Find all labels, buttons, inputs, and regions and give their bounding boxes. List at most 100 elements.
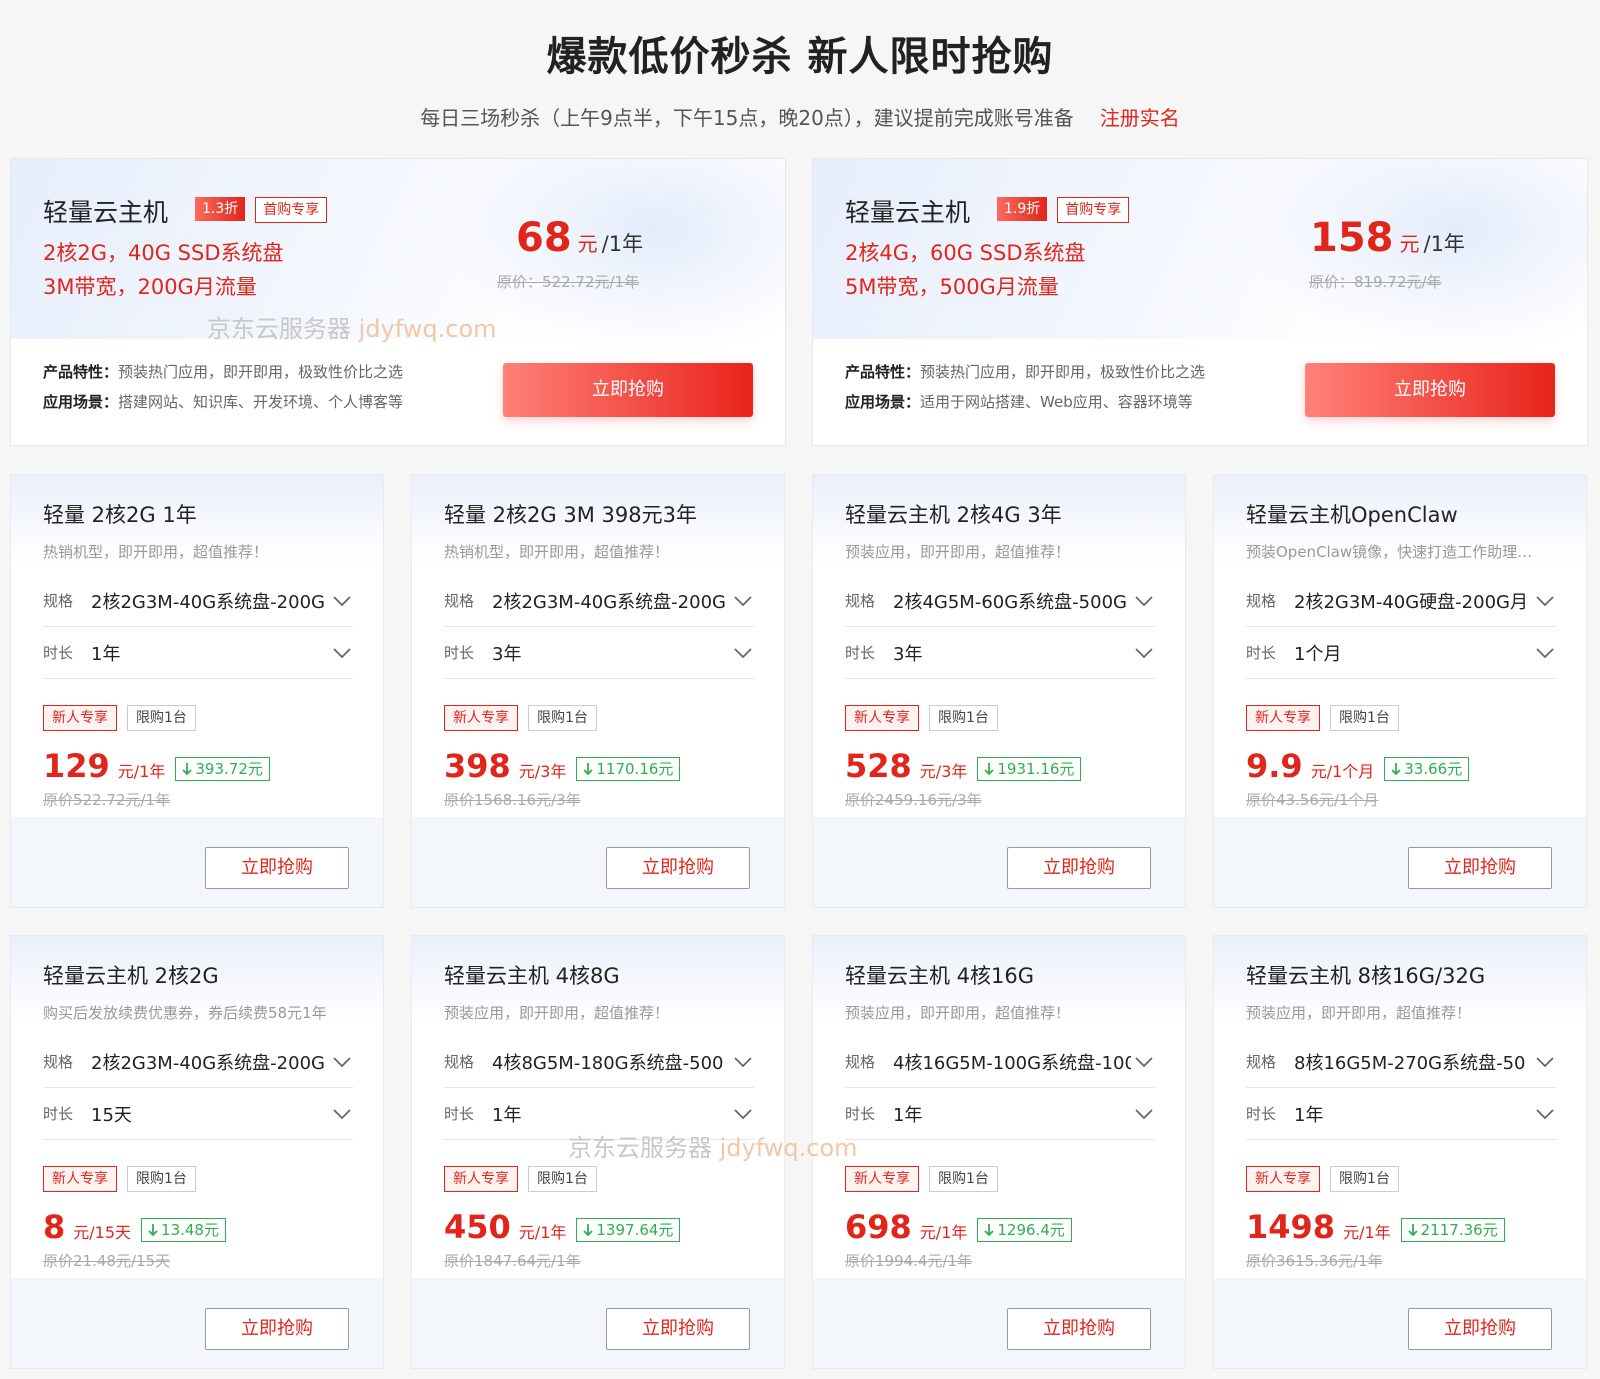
savings-amount: 1931.16元: [997, 760, 1075, 778]
duration-select[interactable]: 时长 3年: [845, 627, 1155, 679]
featured-price-period: /1年: [601, 232, 644, 256]
duration-select[interactable]: 时长 3年: [444, 627, 754, 679]
price-period: 元/1年: [1343, 1223, 1391, 1242]
buy-now-button[interactable]: 立即抢购: [205, 847, 349, 889]
spec-label: 规格: [444, 1053, 475, 1071]
featured-features: 产品特性：预装热门应用，即开即用，极致性价比之选: [43, 361, 403, 382]
featured-price-unit: 元: [577, 232, 598, 256]
spec-select[interactable]: 规格 2核4G5M-60G系统盘-500G: [845, 575, 1155, 627]
spec-select[interactable]: 规格 4核8G5M-180G系统盘-500: [444, 1036, 754, 1088]
product-desc: 预装应用，即开即用，超值推荐！: [845, 543, 1071, 561]
buy-now-button[interactable]: 立即抢购: [1007, 1308, 1151, 1350]
first-purchase-badge: 首购专享: [1057, 197, 1130, 223]
duration-label: 时长: [444, 1105, 475, 1123]
new-user-tag: 新人专享: [43, 705, 117, 731]
buy-now-button[interactable]: 立即抢购: [1408, 847, 1552, 889]
spec-select[interactable]: 规格 8核16G5M-270G系统盘-50: [1246, 1036, 1556, 1088]
duration-select[interactable]: 时长 1年: [43, 627, 353, 679]
chevron-down-icon: [734, 1108, 752, 1119]
savings-amount: 393.72元: [195, 760, 263, 778]
savings-badge: 1296.4元: [977, 1218, 1072, 1242]
product-title: 轻量云主机OpenClaw: [1246, 503, 1458, 527]
duration-label: 时长: [845, 644, 876, 662]
arrow-down-icon: [583, 1224, 594, 1237]
chevron-down-icon: [1135, 1056, 1153, 1067]
original-price: 原价3615.36元/1年: [1246, 1252, 1383, 1270]
spec-value: 2核4G5M-60G系统盘-500G: [893, 591, 1127, 613]
spec-value: 2核2G3M-40G系统盘-200G: [91, 1052, 325, 1074]
features-text: 预装热门应用，即开即用，极致性价比之选: [920, 363, 1206, 381]
duration-value: 1年: [492, 1104, 522, 1126]
product-desc: 预装应用，即开即用，超值推荐！: [1246, 1004, 1472, 1022]
spec-label: 规格: [1246, 592, 1277, 610]
chevron-down-icon: [333, 595, 351, 606]
product-title: 轻量云主机 2核2G: [43, 964, 219, 988]
featured-scenes: 应用场景：适用于网站搭建、Web应用、容器环境等: [845, 391, 1193, 412]
duration-value: 15天: [91, 1104, 132, 1126]
purchase-limit-tag: 限购1台: [528, 1166, 597, 1192]
buy-now-button[interactable]: 立即抢购: [1007, 847, 1151, 889]
spec-label: 规格: [444, 592, 475, 610]
arrow-down-icon: [1391, 763, 1401, 776]
buy-now-button[interactable]: 立即抢购: [606, 847, 750, 889]
buy-now-button[interactable]: 立即抢购: [1305, 363, 1555, 417]
spec-select[interactable]: 规格 2核2G3M-40G硬盘-200G月: [1246, 575, 1556, 627]
savings-amount: 33.66元: [1404, 760, 1463, 778]
product-desc: 预装应用，即开即用，超值推荐！: [444, 1004, 670, 1022]
spec-select[interactable]: 规格 2核2G3M-40G系统盘-200G: [43, 575, 353, 627]
featured-price-period: /1年: [1423, 232, 1465, 256]
chevron-down-icon: [1135, 595, 1153, 606]
discount-badge: 1.9折: [997, 197, 1048, 221]
original-price: 原价1994.4元/1年: [845, 1252, 973, 1270]
features-text: 预装热门应用，即开即用，极致性价比之选: [118, 363, 404, 381]
product-card: 轻量云主机 8核16G/32G 预装应用，即开即用，超值推荐！ 规格 8核16G…: [1213, 935, 1587, 1369]
purchase-limit-tag: 限购1台: [528, 705, 597, 731]
product-title: 轻量 2核2G 1年: [43, 503, 197, 527]
buy-now-button[interactable]: 立即抢购: [503, 363, 753, 417]
product-price: 129: [43, 747, 110, 785]
duration-value: 1年: [91, 643, 121, 665]
spec-select[interactable]: 规格 2核2G3M-40G系统盘-200G: [444, 575, 754, 627]
discount-badge: 1.3折: [195, 197, 246, 221]
featured-card-2: 轻量云主机 1.9折 首购专享 2核4G，60G SSD系统盘 5M带宽，500…: [812, 158, 1588, 446]
duration-select[interactable]: 时长 1个月: [1246, 627, 1556, 679]
new-user-tag: 新人专享: [1246, 705, 1320, 731]
register-link[interactable]: 注册实名: [1100, 106, 1180, 130]
buy-now-button[interactable]: 立即抢购: [1408, 1308, 1552, 1350]
chevron-down-icon: [1536, 647, 1554, 658]
savings-amount: 13.48元: [161, 1221, 219, 1239]
chevron-down-icon: [333, 1056, 351, 1067]
watermark: 京东云服务器 jdyfwq.com: [207, 309, 497, 344]
featured-spec-1: 2核4G，60G SSD系统盘: [845, 241, 1086, 265]
product-price: 398: [444, 747, 511, 785]
watermark-cn: 京东云服务器: [568, 1134, 712, 1162]
price-period: 元/3年: [919, 762, 968, 781]
spec-label: 规格: [845, 1053, 876, 1071]
product-title: 轻量云主机 8核16G/32G: [1246, 964, 1486, 988]
original-price: 原价1847.64元/1年: [444, 1252, 581, 1270]
product-desc: 预装OpenClaw镜像，快速打造工作助理…: [1246, 543, 1533, 561]
duration-label: 时长: [1246, 1105, 1277, 1123]
duration-select[interactable]: 时长 1年: [1246, 1088, 1556, 1140]
buy-now-button[interactable]: 立即抢购: [205, 1308, 349, 1350]
duration-label: 时长: [1246, 644, 1277, 662]
watermark: 京东云服务器 jdyfwq.com: [568, 1128, 858, 1163]
original-price: 原价43.56元/1个月: [1246, 791, 1379, 809]
purchase-limit-tag: 限购1台: [127, 705, 196, 731]
spec-select[interactable]: 规格 2核2G3M-40G系统盘-200G: [43, 1036, 353, 1088]
spec-label: 规格: [845, 592, 876, 610]
new-user-tag: 新人专享: [845, 705, 919, 731]
duration-select[interactable]: 时长 15天: [43, 1088, 353, 1140]
spec-select[interactable]: 规格 4核16G5M-100G系统盘-100: [845, 1036, 1155, 1088]
original-price: 原价2459.16元/3年: [845, 791, 982, 809]
spec-label: 规格: [43, 1053, 74, 1071]
featured-spec-2: 3M带宽，200G月流量: [43, 275, 257, 299]
original-price: 原价522.72元/1年: [43, 791, 171, 809]
savings-badge: 393.72元: [175, 757, 270, 781]
buy-now-button[interactable]: 立即抢购: [606, 1308, 750, 1350]
arrow-down-icon: [583, 763, 594, 776]
product-price: 528: [845, 747, 912, 785]
featured-price-unit: 元: [1399, 232, 1420, 256]
spec-value: 4核16G5M-100G系统盘-100: [893, 1052, 1131, 1074]
duration-select[interactable]: 时长 1年: [845, 1088, 1155, 1140]
